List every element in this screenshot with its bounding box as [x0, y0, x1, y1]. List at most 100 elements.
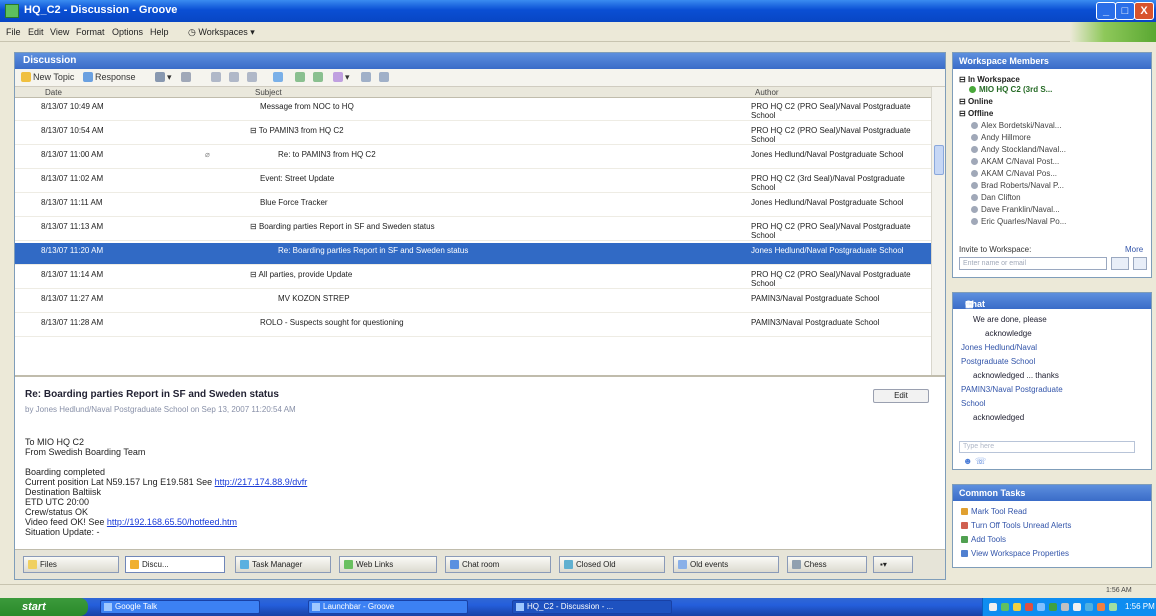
chat-message-line: School — [961, 399, 986, 408]
mark-read-button[interactable] — [273, 72, 285, 85]
common-task-link[interactable]: View Workspace Properties — [961, 549, 1069, 558]
table-row[interactable]: 8/13/07 11:00 AM ⌀ Re: to PAMIN3 from HQ C… — [15, 147, 931, 169]
common-task-link[interactable]: Turn Off Tools Unread Alerts — [961, 521, 1071, 530]
member-offline[interactable]: Andy Hillmore — [971, 133, 1031, 142]
next-unread-button[interactable] — [313, 72, 325, 85]
menu-file[interactable]: File — [6, 27, 21, 37]
minimize-button[interactable]: _ — [1096, 2, 1116, 20]
table-row[interactable]: 8/13/07 11:20 AM Re: Boarding parties Rep… — [15, 243, 931, 265]
taskbar-app-icon — [104, 603, 112, 611]
invite-more-link[interactable]: More — [1125, 245, 1143, 254]
member-offline[interactable]: Alex Bordetski/Naval... — [971, 121, 1061, 130]
column-author[interactable]: Author — [755, 88, 779, 97]
print-button[interactable]: ▾ — [155, 72, 172, 85]
common-task-link[interactable]: Mark Tool Read — [961, 507, 1027, 516]
tool-tab[interactable]: Closed Old — [559, 556, 665, 573]
tray-icon[interactable] — [1049, 603, 1057, 611]
tray-icon[interactable] — [989, 603, 997, 611]
member-offline[interactable]: Brad Roberts/Naval P... — [971, 181, 1064, 190]
member-in-workspace[interactable]: MIO HQ C2 (3rd S... — [969, 85, 1052, 94]
tool-tab[interactable]: Discu... — [125, 556, 225, 573]
invite-input[interactable]: Enter name or email — [959, 257, 1107, 270]
cut-button[interactable] — [211, 72, 223, 85]
tool-tab[interactable]: Old events — [673, 556, 779, 573]
menu-help[interactable]: Help — [150, 27, 169, 37]
topic-list-scrollbar[interactable] — [931, 87, 945, 375]
tray-icon[interactable] — [1001, 603, 1009, 611]
table-row[interactable]: 8/13/07 10:49 AM Message from NOC to HQ PR… — [15, 99, 931, 121]
offline-group[interactable]: ⊟ Offline — [959, 109, 993, 118]
tool-tab[interactable]: Files — [23, 556, 119, 573]
edit-button[interactable]: Edit — [873, 389, 929, 403]
tool-tab-icon — [240, 560, 249, 569]
chat-message-line: acknowledged — [973, 413, 1025, 422]
tool-tab[interactable]: Chess — [787, 556, 867, 573]
member-offline[interactable]: Dave Franklin/Naval... — [971, 205, 1060, 214]
position-link[interactable]: http://217.174.88.9/dvfr — [215, 477, 308, 487]
tray-icon[interactable] — [1097, 603, 1105, 611]
tray-icon[interactable] — [1109, 603, 1117, 611]
chat-input[interactable]: Type here — [959, 441, 1135, 453]
add-tool-tab[interactable]: ▪▾ — [873, 556, 913, 573]
collapse-button[interactable] — [379, 72, 391, 85]
menu-format[interactable]: Format — [76, 27, 105, 37]
scrollbar-thumb[interactable] — [934, 145, 944, 175]
expand-button[interactable] — [361, 72, 373, 85]
maximize-button[interactable]: □ — [1115, 2, 1135, 20]
member-offline[interactable]: Dan Clifton — [971, 193, 1021, 202]
table-row[interactable]: 8/13/07 11:11 AM Blue Force Tracker Jones … — [15, 195, 931, 217]
table-row[interactable]: 8/13/07 11:14 AM ⊟ All parties, provide U… — [15, 267, 931, 289]
taskbar-button[interactable]: HQ_C2 - Discussion - ... — [512, 600, 672, 614]
member-offline[interactable]: Eric Quarles/Naval Po... — [971, 217, 1066, 226]
tool-tab[interactable]: Task Manager — [235, 556, 331, 573]
member-offline[interactable]: Andy Stockland/Naval... — [971, 145, 1066, 154]
member-offline[interactable]: AKAM C/Naval Pos... — [971, 169, 1057, 178]
delete-button[interactable] — [181, 72, 193, 85]
tool-tab[interactable]: Web Links — [339, 556, 437, 573]
menu-options[interactable]: Options — [112, 27, 143, 37]
online-group[interactable]: ⊟ Online — [959, 97, 993, 106]
table-row[interactable]: 8/13/07 11:28 AM ROLO - Suspects sought f… — [15, 315, 931, 337]
member-offline-icon — [971, 158, 978, 165]
copy-button[interactable] — [229, 72, 241, 85]
menu-bar: File Edit View Format Options Help ◷ Wor… — [0, 22, 1156, 42]
response-button[interactable]: Response — [83, 72, 136, 85]
tray-icon[interactable] — [1037, 603, 1045, 611]
thread-collapse-icon[interactable]: ⊟ — [250, 222, 259, 231]
chat-talk-icon[interactable]: ☻ ☏ — [963, 456, 986, 467]
table-row[interactable]: 8/13/07 11:27 AM MV KOZON STREP PAMIN3/Nav… — [15, 291, 931, 313]
tray-icon[interactable] — [1073, 603, 1081, 611]
table-row[interactable]: 8/13/07 11:13 AM ⊟ Boarding parties Repor… — [15, 219, 931, 241]
invite-search-button[interactable] — [1111, 257, 1129, 270]
invite-go-button[interactable] — [1133, 257, 1147, 270]
workspaces-menu[interactable]: ◷ Workspaces ▾ — [188, 27, 255, 38]
new-topic-button[interactable]: New Topic — [21, 72, 74, 85]
tool-tab[interactable]: Chat room — [445, 556, 551, 573]
video-feed-link[interactable]: http://192.168.65.50/hotfeed.htm — [107, 517, 237, 527]
member-offline[interactable]: AKAM C/Naval Post... — [971, 157, 1059, 166]
tray-icon[interactable] — [1061, 603, 1069, 611]
chat-panel: ▦ Chat We are done, please acknowledge Jon… — [952, 292, 1152, 470]
table-row[interactable]: 8/13/07 10:54 AM ⊟ To PAMIN3 from HQ C2 PR… — [15, 123, 931, 145]
filter-button[interactable]: ▾ — [333, 72, 350, 85]
paste-button[interactable] — [247, 72, 259, 85]
preview-line: Situation Update: - — [25, 527, 307, 537]
in-workspace-group[interactable]: ⊟ In Workspace — [959, 75, 1020, 84]
table-row[interactable]: 8/13/07 11:02 AM Event: Street Update PRO … — [15, 171, 931, 193]
start-button[interactable]: start — [0, 598, 88, 616]
taskbar-button[interactable]: Google Talk — [100, 600, 260, 614]
common-task-link[interactable]: Add Tools — [961, 535, 1006, 544]
menu-view[interactable]: View — [50, 27, 69, 37]
thread-collapse-icon[interactable]: ⊟ — [250, 126, 259, 135]
tray-icon[interactable] — [1085, 603, 1093, 611]
tray-icon[interactable] — [1013, 603, 1021, 611]
row-subject: Event: Street Update — [250, 174, 730, 183]
tray-icon[interactable] — [1025, 603, 1033, 611]
menu-edit[interactable]: Edit — [28, 27, 44, 37]
previous-unread-button[interactable] — [295, 72, 307, 85]
close-button[interactable]: X — [1134, 2, 1154, 20]
taskbar-button-label: HQ_C2 - Discussion - ... — [527, 602, 614, 611]
column-date[interactable]: Date — [45, 88, 62, 97]
taskbar-button[interactable]: Launchbar - Groove — [308, 600, 468, 614]
column-subject[interactable]: Subject — [255, 88, 282, 97]
